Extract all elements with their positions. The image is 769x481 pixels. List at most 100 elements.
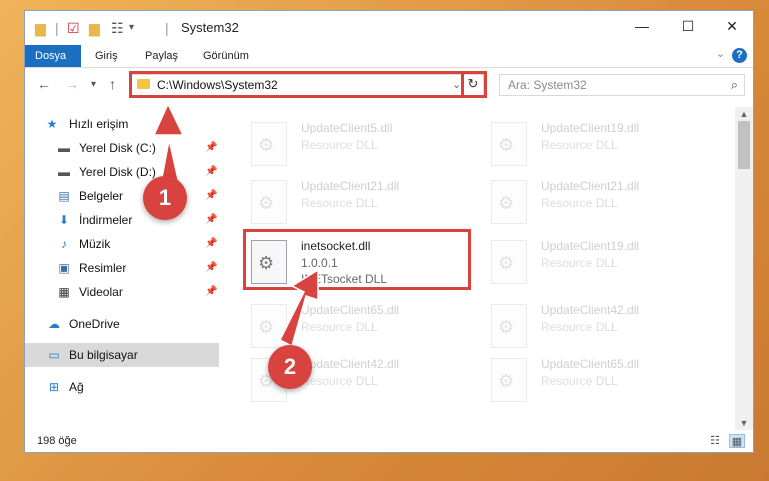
- sidebar-item-videolar[interactable]: ▦ Videolar 📌: [25, 280, 219, 304]
- back-icon[interactable]: ←: [37, 76, 51, 92]
- pin-icon[interactable]: 📌: [205, 238, 217, 249]
- videos-icon: ▦: [58, 285, 70, 299]
- sidebar-item-label: İndirmeler: [79, 213, 133, 227]
- tab-giris[interactable]: Giriş: [85, 45, 128, 67]
- sidebar-item-onedrive[interactable]: ☁ OneDrive: [25, 312, 219, 336]
- file-item[interactable]: ⚙ UpdateClient42.dll Resource DLL: [485, 298, 715, 354]
- sidebar-item-resimler[interactable]: ▣ Resimler 📌: [25, 256, 219, 280]
- sidebar-item-label: Yerel Disk (C:): [79, 141, 156, 155]
- sidebar-item-network[interactable]: ⊞ Ağ: [25, 375, 219, 399]
- music-icon: ♪: [61, 237, 67, 251]
- vertical-scrollbar[interactable]: ▲ ▼: [735, 107, 753, 430]
- file-name: UpdateClient65.dll: [301, 303, 400, 317]
- drive-icon: ▬: [58, 165, 70, 179]
- file-item[interactable]: ⚙ UpdateClient5.dll Resource DLL: [245, 116, 475, 172]
- address-highlight-box: [129, 71, 487, 98]
- dll-file-icon: ⚙: [491, 304, 527, 348]
- file-item[interactable]: ⚙ UpdateClient21.dll Resource DLL: [245, 174, 475, 230]
- file-name: UpdateClient5.dll: [301, 121, 393, 135]
- properties-icon[interactable]: ☑: [67, 20, 80, 36]
- download-icon: ⬇: [58, 213, 70, 227]
- pin-icon[interactable]: 📌: [205, 166, 217, 177]
- customize-icon[interactable]: ☷: [111, 20, 124, 36]
- sidebar-item-muzik[interactable]: ♪ Müzik 📌: [25, 232, 219, 256]
- pin-icon[interactable]: 📌: [205, 286, 217, 297]
- tab-dosya[interactable]: Dosya: [25, 45, 81, 67]
- sidebar-item-label: Hızlı erişim: [69, 117, 129, 131]
- file-description: Resource DLL: [301, 374, 378, 388]
- file-name: UpdateClient21.dll: [541, 179, 640, 193]
- ribbon-tabs: Dosya Giriş Paylaş Görünüm ⌄ ?: [25, 45, 753, 68]
- file-item[interactable]: ⚙ UpdateClient19.dll Resource DLL: [485, 234, 715, 290]
- maximize-button[interactable]: ☐: [665, 11, 711, 41]
- file-name: UpdateClient42.dll: [301, 357, 400, 371]
- folder-icon: ▆: [35, 20, 46, 36]
- file-description: Resource DLL: [301, 320, 378, 334]
- item-count: 198 öğe: [37, 435, 77, 447]
- file-item[interactable]: ⚙ UpdateClient65.dll Resource DLL: [245, 298, 475, 354]
- tab-gorunum[interactable]: Görünüm: [193, 45, 259, 67]
- file-name: UpdateClient19.dll: [541, 121, 640, 135]
- pin-icon[interactable]: 📌: [205, 190, 217, 201]
- file-name: UpdateClient42.dll: [541, 303, 640, 317]
- tab-paylas[interactable]: Paylaş: [135, 45, 188, 67]
- file-description: Resource DLL: [541, 256, 618, 270]
- dll-file-icon: ⚙: [491, 180, 527, 224]
- dll-file-icon: ⚙: [491, 122, 527, 166]
- sidebar-item-label: Müzik: [79, 237, 111, 251]
- sidebar-item-label: Ağ: [69, 380, 84, 394]
- up-icon[interactable]: ↑: [109, 76, 116, 92]
- sidebar-item-disk-c[interactable]: ▬ Yerel Disk (C:) 📌: [25, 136, 219, 160]
- minimize-button[interactable]: —: [619, 11, 665, 41]
- large-icons-view-icon[interactable]: ▦: [729, 434, 745, 448]
- window-title: System32: [181, 20, 239, 35]
- annotation-badge-2: 2: [268, 345, 312, 389]
- dll-file-icon: ⚙: [251, 180, 287, 224]
- cloud-icon: ☁: [48, 317, 60, 331]
- sidebar-item-this-pc[interactable]: ▭ Bu bilgisayar: [25, 343, 219, 367]
- search-input[interactable]: Ara: System32 ⌕: [499, 74, 745, 96]
- details-view-icon[interactable]: ☷: [707, 434, 723, 448]
- close-button[interactable]: ✕: [709, 11, 753, 41]
- dll-file-icon: ⚙: [251, 304, 287, 348]
- sidebar-item-indirmeler[interactable]: ⬇ İndirmeler 📌: [25, 208, 219, 232]
- file-description: Resource DLL: [541, 196, 618, 210]
- computer-icon: ▭: [48, 348, 60, 362]
- pin-icon[interactable]: 📌: [205, 262, 217, 273]
- separator: |: [165, 20, 169, 36]
- scroll-down-icon[interactable]: ▼: [735, 416, 753, 430]
- file-highlight-box: [243, 229, 471, 290]
- file-name: UpdateClient21.dll: [301, 179, 400, 193]
- star-icon: ★: [46, 117, 58, 131]
- status-bar: 198 öğe ☷ ▦: [25, 431, 753, 452]
- new-folder-icon[interactable]: ▆: [89, 20, 100, 36]
- navigation-bar: ← → ▾ ↑ C:\Windows\System32 ⌄ ↻ Ara: Sys…: [25, 68, 753, 102]
- refresh-highlight-box: [461, 71, 487, 98]
- sidebar-item-label: Yerel Disk (D:): [79, 165, 156, 179]
- pin-icon[interactable]: 📌: [205, 214, 217, 225]
- sidebar-item-belgeler[interactable]: ▤ Belgeler 📌: [25, 184, 219, 208]
- dll-file-icon: ⚙: [251, 122, 287, 166]
- annotation-badge-1: 1: [143, 176, 187, 220]
- file-item[interactable]: ⚙ UpdateClient21.dll Resource DLL: [485, 174, 715, 230]
- search-placeholder: Ara: System32: [508, 78, 587, 92]
- sidebar-item-disk-d[interactable]: ▬ Yerel Disk (D:) 📌: [25, 160, 219, 184]
- sidebar-item-label: Resimler: [79, 261, 127, 275]
- forward-icon[interactable]: →: [65, 76, 79, 92]
- recent-locations-icon[interactable]: ▾: [91, 79, 96, 90]
- file-name: UpdateClient65.dll: [541, 357, 640, 371]
- dll-file-icon: ⚙: [491, 240, 527, 284]
- file-description: Resource DLL: [301, 196, 378, 210]
- pin-icon[interactable]: 📌: [205, 142, 217, 153]
- pictures-icon: ▣: [58, 261, 70, 275]
- scroll-thumb[interactable]: [738, 121, 750, 169]
- title-bar: ▆ | ☑ ▆ ☷ ▾ | System32 — ☐ ✕: [25, 11, 753, 45]
- file-item[interactable]: ⚙ UpdateClient65.dll Resource DLL: [485, 352, 715, 408]
- file-item[interactable]: ⚙ UpdateClient19.dll Resource DLL: [485, 116, 715, 172]
- search-icon: ⌕: [730, 77, 738, 92]
- expand-ribbon-icon[interactable]: ⌄: [716, 47, 725, 60]
- help-button[interactable]: ?: [732, 48, 747, 63]
- scroll-up-icon[interactable]: ▲: [735, 107, 753, 121]
- sidebar-item-quick-access[interactable]: ★ Hızlı erişim: [25, 112, 219, 136]
- qat-dropdown-icon[interactable]: ▾: [129, 20, 134, 36]
